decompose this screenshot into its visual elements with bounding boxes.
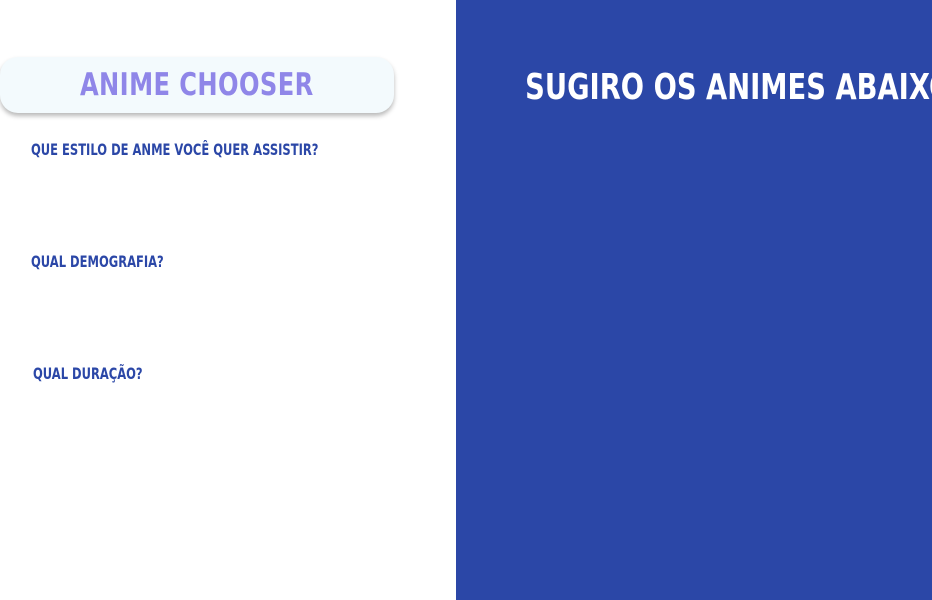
anime-chooser-page: ANIME CHOOSER QUE ESTILO DE ANME VOCÊ QU… — [0, 0, 932, 600]
demographic-question: QUAL DEMOGRAFIA? — [31, 252, 164, 271]
question-panel: ANIME CHOOSER QUE ESTILO DE ANME VOCÊ QU… — [0, 0, 456, 600]
suggestions-title-text: SUGIRO OS ANIMES ABAIXO: — [525, 67, 932, 108]
duration-question: QUAL DURAÇÃO? — [33, 364, 143, 383]
suggestions-panel: SUGIRO OS ANIMES ABAIXO: — [456, 0, 932, 600]
suggestions-title: SUGIRO OS ANIMES ABAIXO: — [456, 70, 932, 106]
app-title: ANIME CHOOSER — [80, 66, 314, 103]
style-question: QUE ESTILO DE ANME VOCÊ QUER ASSISTIR? — [31, 140, 319, 159]
title-card: ANIME CHOOSER — [0, 57, 394, 113]
